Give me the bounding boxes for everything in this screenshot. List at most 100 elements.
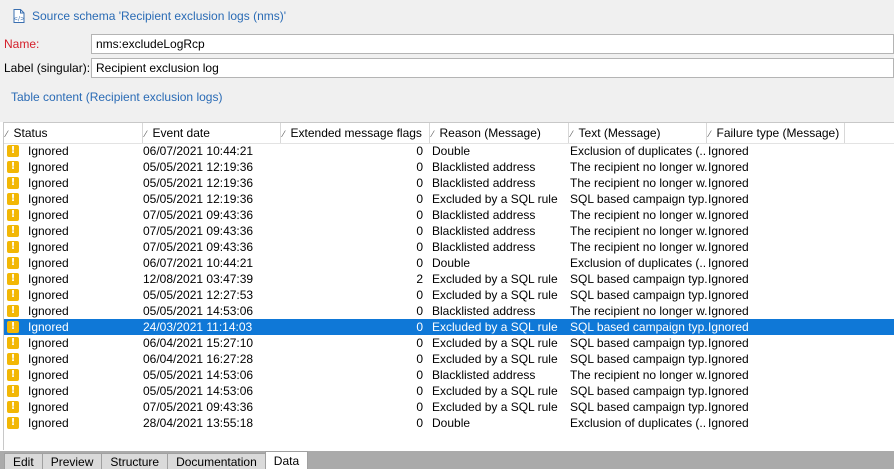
event-date-cell: 06/07/2021 10:44:21 [143,144,254,158]
status-cell: ! Ignored [7,159,144,175]
table-row[interactable]: ! Ignored 24/03/2021 11:14:03 0 Excluded by … [4,319,894,335]
column-header-text[interactable]: ⁄ Text (Message) [569,123,707,143]
status-cell: ! Ignored [7,143,144,159]
tab-bar: Edit Preview Structure Documentation Dat… [0,451,894,469]
failure-type-cell: Ignored [708,384,749,398]
column-header-event-date[interactable]: ⁄ Event date [143,123,281,143]
status-text: Ignored [28,208,69,222]
text-cell: The recipient no longer w... [570,208,707,222]
text-cell: SQL based campaign typ... [570,192,707,206]
flags-cell: 0 [416,288,423,302]
column-header-reason[interactable]: ⁄ Reason (Message) [430,123,569,143]
table-row[interactable]: ! Ignored 06/07/2021 10:44:21 0 Double Exclus… [4,143,894,159]
status-text: Ignored [28,304,69,318]
table-row[interactable]: ! Ignored 05/05/2021 12:19:36 0 Blacklisted … [4,175,894,191]
warning-icon: ! [7,417,19,429]
tab-structure[interactable]: Structure [101,453,169,469]
column-header-failure-type[interactable]: ⁄ Failure type (Message) [707,123,845,143]
column-resize-handle-icon: ⁄ [709,129,711,139]
column-header-status[interactable]: ⁄ Status [4,123,143,143]
column-resize-handle-icon: ⁄ [283,129,285,139]
tab-preview[interactable]: Preview [41,453,103,469]
warning-icon: ! [7,161,19,173]
svg-text:</>: </> [13,16,25,23]
schema-document-icon: </> [13,9,25,23]
event-date-cell: 07/05/2021 09:43:36 [143,224,254,238]
label-row: Label (singular): Recipient exclusion lo… [0,57,894,79]
data-grid[interactable]: ⁄ Status ⁄ Event date ⁄ Extended message fl… [3,122,894,450]
warning-icon: ! [7,257,19,269]
status-text: Ignored [28,144,69,158]
reason-cell: Blacklisted address [432,224,536,238]
reason-cell: Excluded by a SQL rule [432,320,558,334]
status-text: Ignored [28,320,69,334]
table-row[interactable]: ! Ignored 05/05/2021 12:19:36 0 Blacklisted … [4,159,894,175]
status-cell: ! Ignored [7,255,144,271]
table-row[interactable]: ! Ignored 05/05/2021 14:53:06 0 Excluded by … [4,383,894,399]
status-cell: ! Ignored [7,175,144,191]
reason-cell: Excluded by a SQL rule [432,384,558,398]
event-date-cell: 05/05/2021 12:19:36 [143,192,254,206]
status-cell: ! Ignored [7,239,144,255]
warning-icon: ! [7,337,19,349]
status-cell: ! Ignored [7,191,144,207]
failure-type-cell: Ignored [708,272,749,286]
text-cell: SQL based campaign typ... [570,320,707,334]
label-singular-field[interactable]: Recipient exclusion log [91,58,894,78]
table-row[interactable]: ! Ignored 12/08/2021 03:47:39 2 Excluded by … [4,271,894,287]
table-row[interactable]: ! Ignored 05/05/2021 12:27:53 0 Excluded by … [4,287,894,303]
table-row[interactable]: ! Ignored 07/05/2021 09:43:36 0 Excluded by … [4,399,894,415]
table-row[interactable]: ! Ignored 05/05/2021 14:53:06 0 Blacklisted … [4,367,894,383]
text-cell: Exclusion of duplicates (... [570,256,707,270]
text-cell: SQL based campaign typ... [570,384,707,398]
status-text: Ignored [28,336,69,350]
tab-documentation[interactable]: Documentation [167,453,266,469]
text-cell: Exclusion of duplicates (... [570,144,707,158]
flags-cell: 0 [416,368,423,382]
status-text: Ignored [28,352,69,366]
status-cell: ! Ignored [7,223,144,239]
table-row[interactable]: ! Ignored 07/05/2021 09:43:36 0 Blacklisted … [4,223,894,239]
text-cell: The recipient no longer w... [570,304,707,318]
column-resize-handle-icon: ⁄ [6,129,8,139]
tab-edit[interactable]: Edit [4,453,43,469]
failure-type-cell: Ignored [708,416,749,430]
status-cell: ! Ignored [7,399,144,415]
flags-cell: 0 [416,208,423,222]
status-cell: ! Ignored [7,383,144,399]
flags-cell: 0 [416,336,423,350]
table-row[interactable]: ! Ignored 07/05/2021 09:43:36 0 Blacklisted … [4,207,894,223]
failure-type-cell: Ignored [708,144,749,158]
failure-type-cell: Ignored [708,320,749,334]
event-date-cell: 05/05/2021 12:27:53 [143,288,254,302]
failure-type-cell: Ignored [708,400,749,414]
status-cell: ! Ignored [7,287,144,303]
table-row[interactable]: ! Ignored 06/07/2021 10:44:21 0 Double Exclus… [4,255,894,271]
warning-icon: ! [7,289,19,301]
table-row[interactable]: ! Ignored 05/05/2021 14:53:06 0 Blacklisted … [4,303,894,319]
table-row[interactable]: ! Ignored 06/04/2021 15:27:10 0 Excluded by … [4,335,894,351]
event-date-cell: 06/07/2021 10:44:21 [143,256,254,270]
table-row[interactable]: ! Ignored 07/05/2021 09:43:36 0 Blacklisted … [4,239,894,255]
status-text: Ignored [28,416,69,430]
column-header-flags[interactable]: ⁄ Extended message flags [281,123,430,143]
grid-header: ⁄ Status ⁄ Event date ⁄ Extended message fl… [4,123,894,144]
reason-cell: Double [432,144,471,158]
flags-cell: 0 [416,192,423,206]
tab-data[interactable]: Data [264,451,309,469]
label-singular-label: Label (singular): [4,61,91,75]
name-field[interactable]: nms:excludeLogRcp [91,34,894,54]
column-resize-handle-icon: ⁄ [145,129,147,139]
flags-cell: 0 [416,400,423,414]
table-row[interactable]: ! Ignored 05/05/2021 12:19:36 0 Excluded by … [4,191,894,207]
flags-cell: 0 [416,176,423,190]
failure-type-cell: Ignored [708,192,749,206]
warning-icon: ! [7,305,19,317]
text-cell: The recipient no longer w... [570,240,707,254]
flags-cell: 0 [416,240,423,254]
table-row[interactable]: ! Ignored 06/04/2021 16:27:28 0 Excluded by … [4,351,894,367]
reason-cell: Excluded by a SQL rule [432,400,558,414]
grid-spacer [0,110,894,122]
table-row[interactable]: ! Ignored 28/04/2021 13:55:18 0 Double Exclus… [4,415,894,431]
warning-icon: ! [7,273,19,285]
